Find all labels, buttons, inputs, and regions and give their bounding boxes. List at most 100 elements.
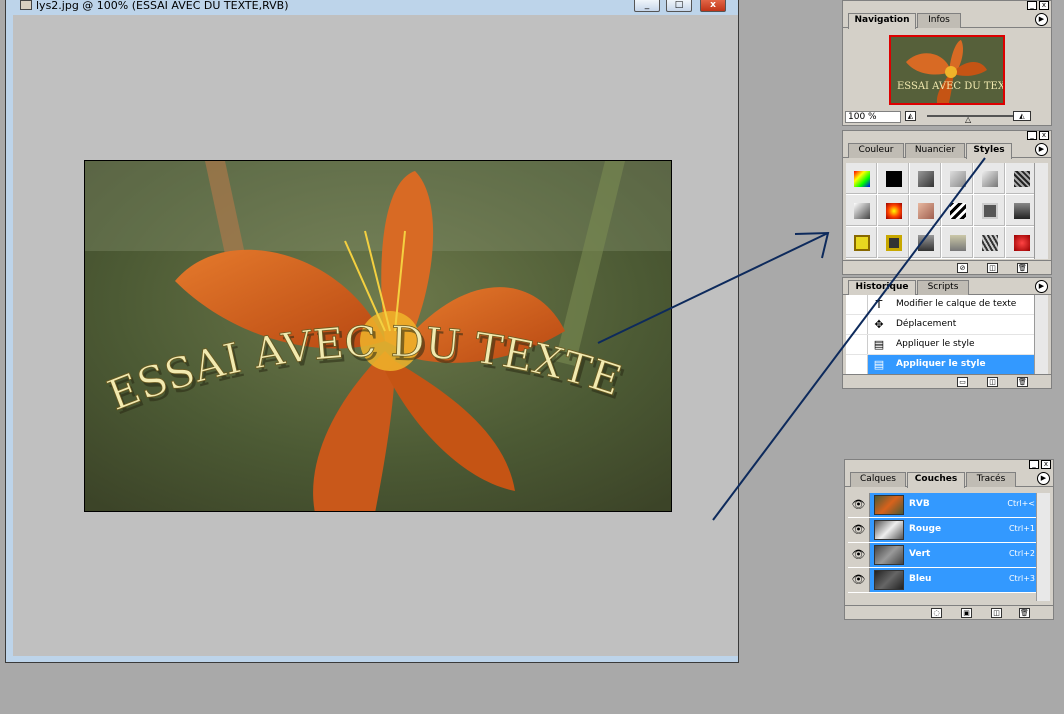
channels-scrollbar[interactable] — [1036, 493, 1050, 601]
history-footer: ▭ ◫ 🗑 — [843, 374, 1051, 388]
tab-styles[interactable]: Styles — [966, 143, 1012, 159]
eye-icon[interactable]: 👁 — [848, 493, 870, 517]
trash-icon[interactable]: 🗑 — [1017, 377, 1028, 387]
style-swatch[interactable] — [942, 195, 973, 226]
style-swatch[interactable] — [1006, 163, 1037, 194]
tab-couches[interactable]: Couches — [907, 472, 965, 488]
channel-row[interactable]: 👁 Bleu Ctrl+3 — [848, 568, 1039, 593]
arrow-head — [794, 231, 830, 259]
channel-thumbnail — [874, 495, 904, 515]
channel-thumbnail — [874, 545, 904, 565]
styles-footer: ⊘ ◫ 🗑 — [843, 260, 1051, 274]
text-layer-icon: T — [875, 298, 883, 311]
document-title: lys2.jpg @ 100% (ESSAI AVEC DU TEXTE,RVB… — [36, 0, 289, 12]
new-document-icon[interactable]: ◫ — [987, 377, 998, 387]
zoom-slider-thumb[interactable]: △ — [965, 115, 971, 124]
style-swatch[interactable] — [846, 163, 877, 194]
panel-minimize-button[interactable]: _ — [1027, 1, 1037, 10]
style-swatch[interactable] — [942, 163, 973, 194]
panel-menu-arrow-icon[interactable]: ▶ — [1037, 472, 1050, 485]
panel-menu-arrow-icon[interactable]: ▶ — [1035, 143, 1048, 156]
panel-close-button[interactable]: x — [1041, 460, 1051, 469]
no-style-icon[interactable]: ⊘ — [957, 263, 968, 273]
history-item[interactable]: T Modifier le calque de texte — [846, 295, 1040, 315]
couches-panel: _ x Calques Couches Tracés ▶ 👁 RVB Ctrl+… — [844, 459, 1054, 620]
panel-minimize-button[interactable]: _ — [1027, 131, 1037, 140]
history-item[interactable]: ▤ Appliquer le style — [846, 335, 1040, 355]
historique-panel: Historique Scripts ▶ T Modifier le calqu… — [842, 277, 1052, 389]
close-button[interactable]: x — [700, 0, 726, 12]
styles-grid — [846, 163, 1037, 259]
history-item-selected[interactable]: ▤ Appliquer le style — [846, 355, 1040, 375]
lily-image: ESSAI AVEC DU TEXTE ESSAI AVEC DU TEXTE — [85, 161, 671, 511]
style-swatch[interactable] — [910, 227, 941, 258]
style-swatch[interactable] — [910, 163, 941, 194]
panel-title-bar[interactable]: _ x — [843, 131, 1051, 141]
style-swatch[interactable] — [974, 195, 1005, 226]
style-swatch[interactable] — [942, 227, 973, 258]
history-item[interactable]: ✥ Déplacement — [846, 315, 1040, 335]
load-selection-icon[interactable]: ◌ — [931, 608, 942, 618]
tab-historique[interactable]: Historique — [848, 280, 916, 296]
tab-infos[interactable]: Infos — [917, 13, 961, 28]
trash-icon[interactable]: 🗑 — [1019, 608, 1030, 618]
style-swatch[interactable] — [1006, 227, 1037, 258]
style-swatch[interactable] — [974, 163, 1005, 194]
snapshot-icon[interactable]: ▭ — [957, 377, 968, 387]
panel-menu-arrow-icon[interactable]: ▶ — [1035, 280, 1048, 293]
navigation-thumbnail[interactable]: ESSAI AVEC DU TEXTE — [889, 35, 1005, 105]
panel-title-bar[interactable]: _ x — [843, 1, 1051, 11]
style-swatch[interactable] — [878, 227, 909, 258]
document-icon — [20, 0, 32, 10]
document-window[interactable]: lys2.jpg @ 100% (ESSAI AVEC DU TEXTE,RVB… — [5, 0, 739, 663]
style-swatch[interactable] — [878, 163, 909, 194]
channel-thumbnail — [874, 570, 904, 590]
navigation-panel: _ x Navigation Infos ▶ ESSAI AVEC DU TEX… — [842, 0, 1052, 126]
styles-tabs: Couleur Nuancier Styles ▶ — [843, 141, 1051, 159]
new-channel-icon[interactable]: ◫ — [991, 608, 1002, 618]
tab-couleur[interactable]: Couleur — [848, 143, 904, 158]
tab-scripts[interactable]: Scripts — [917, 280, 969, 295]
style-swatch[interactable] — [846, 227, 877, 258]
canvas-area[interactable]: ESSAI AVEC DU TEXTE ESSAI AVEC DU TEXTE — [13, 15, 738, 656]
move-icon: ✥ — [874, 318, 884, 331]
maximize-button[interactable]: □ — [666, 0, 692, 12]
tab-navigation[interactable]: Navigation — [848, 13, 916, 29]
panel-menu-arrow-icon[interactable]: ▶ — [1035, 13, 1048, 26]
eye-icon[interactable]: 👁 — [848, 543, 870, 567]
style-swatch[interactable] — [878, 195, 909, 226]
eye-icon[interactable]: 👁 — [848, 568, 870, 592]
history-scrollbar[interactable] — [1034, 295, 1048, 375]
tab-nuancier[interactable]: Nuancier — [905, 143, 965, 158]
minimize-button[interactable]: _ — [634, 0, 660, 12]
navigation-tabs: Navigation Infos ▶ — [843, 11, 1051, 29]
thumb-text: ESSAI AVEC DU TEXTE — [897, 81, 1003, 92]
new-style-icon[interactable]: ◫ — [987, 263, 998, 273]
save-selection-icon[interactable]: ▣ — [961, 608, 972, 618]
zoom-in-icon[interactable]: ◭ — [1013, 111, 1031, 121]
channel-row[interactable]: 👁 Vert Ctrl+2 — [848, 543, 1039, 568]
zoom-field[interactable]: 100 % — [845, 111, 901, 123]
eye-icon[interactable]: 👁 — [848, 518, 870, 542]
historique-tabs: Historique Scripts ▶ — [843, 278, 1051, 296]
styles-scrollbar[interactable] — [1034, 163, 1048, 259]
panel-close-button[interactable]: x — [1039, 131, 1049, 140]
panel-title-bar[interactable]: _ x — [845, 460, 1053, 470]
lily-photo[interactable]: ESSAI AVEC DU TEXTE ESSAI AVEC DU TEXTE — [84, 160, 672, 512]
couches-tabs: Calques Couches Tracés ▶ — [845, 470, 1053, 488]
panel-minimize-button[interactable]: _ — [1029, 460, 1039, 469]
tab-traces[interactable]: Tracés — [966, 472, 1016, 487]
tab-calques[interactable]: Calques — [850, 472, 906, 487]
style-swatch[interactable] — [1006, 195, 1037, 226]
channel-row[interactable]: 👁 Rouge Ctrl+1 — [848, 518, 1039, 543]
panel-close-button[interactable]: x — [1039, 1, 1049, 10]
zoom-out-icon[interactable]: ◭ — [905, 111, 916, 121]
apply-style-icon: ▤ — [873, 338, 885, 351]
style-swatch[interactable] — [910, 195, 941, 226]
styles-panel: _ x Couleur Nuancier Styles ▶ ⊘ ◫ 🗑 — [842, 130, 1052, 275]
trash-icon[interactable]: 🗑 — [1017, 263, 1028, 273]
style-swatch[interactable] — [846, 195, 877, 226]
style-swatch[interactable] — [974, 227, 1005, 258]
channel-row[interactable]: 👁 RVB Ctrl+< — [848, 493, 1039, 518]
document-title-bar[interactable]: lys2.jpg @ 100% (ESSAI AVEC DU TEXTE,RVB… — [6, 0, 738, 15]
